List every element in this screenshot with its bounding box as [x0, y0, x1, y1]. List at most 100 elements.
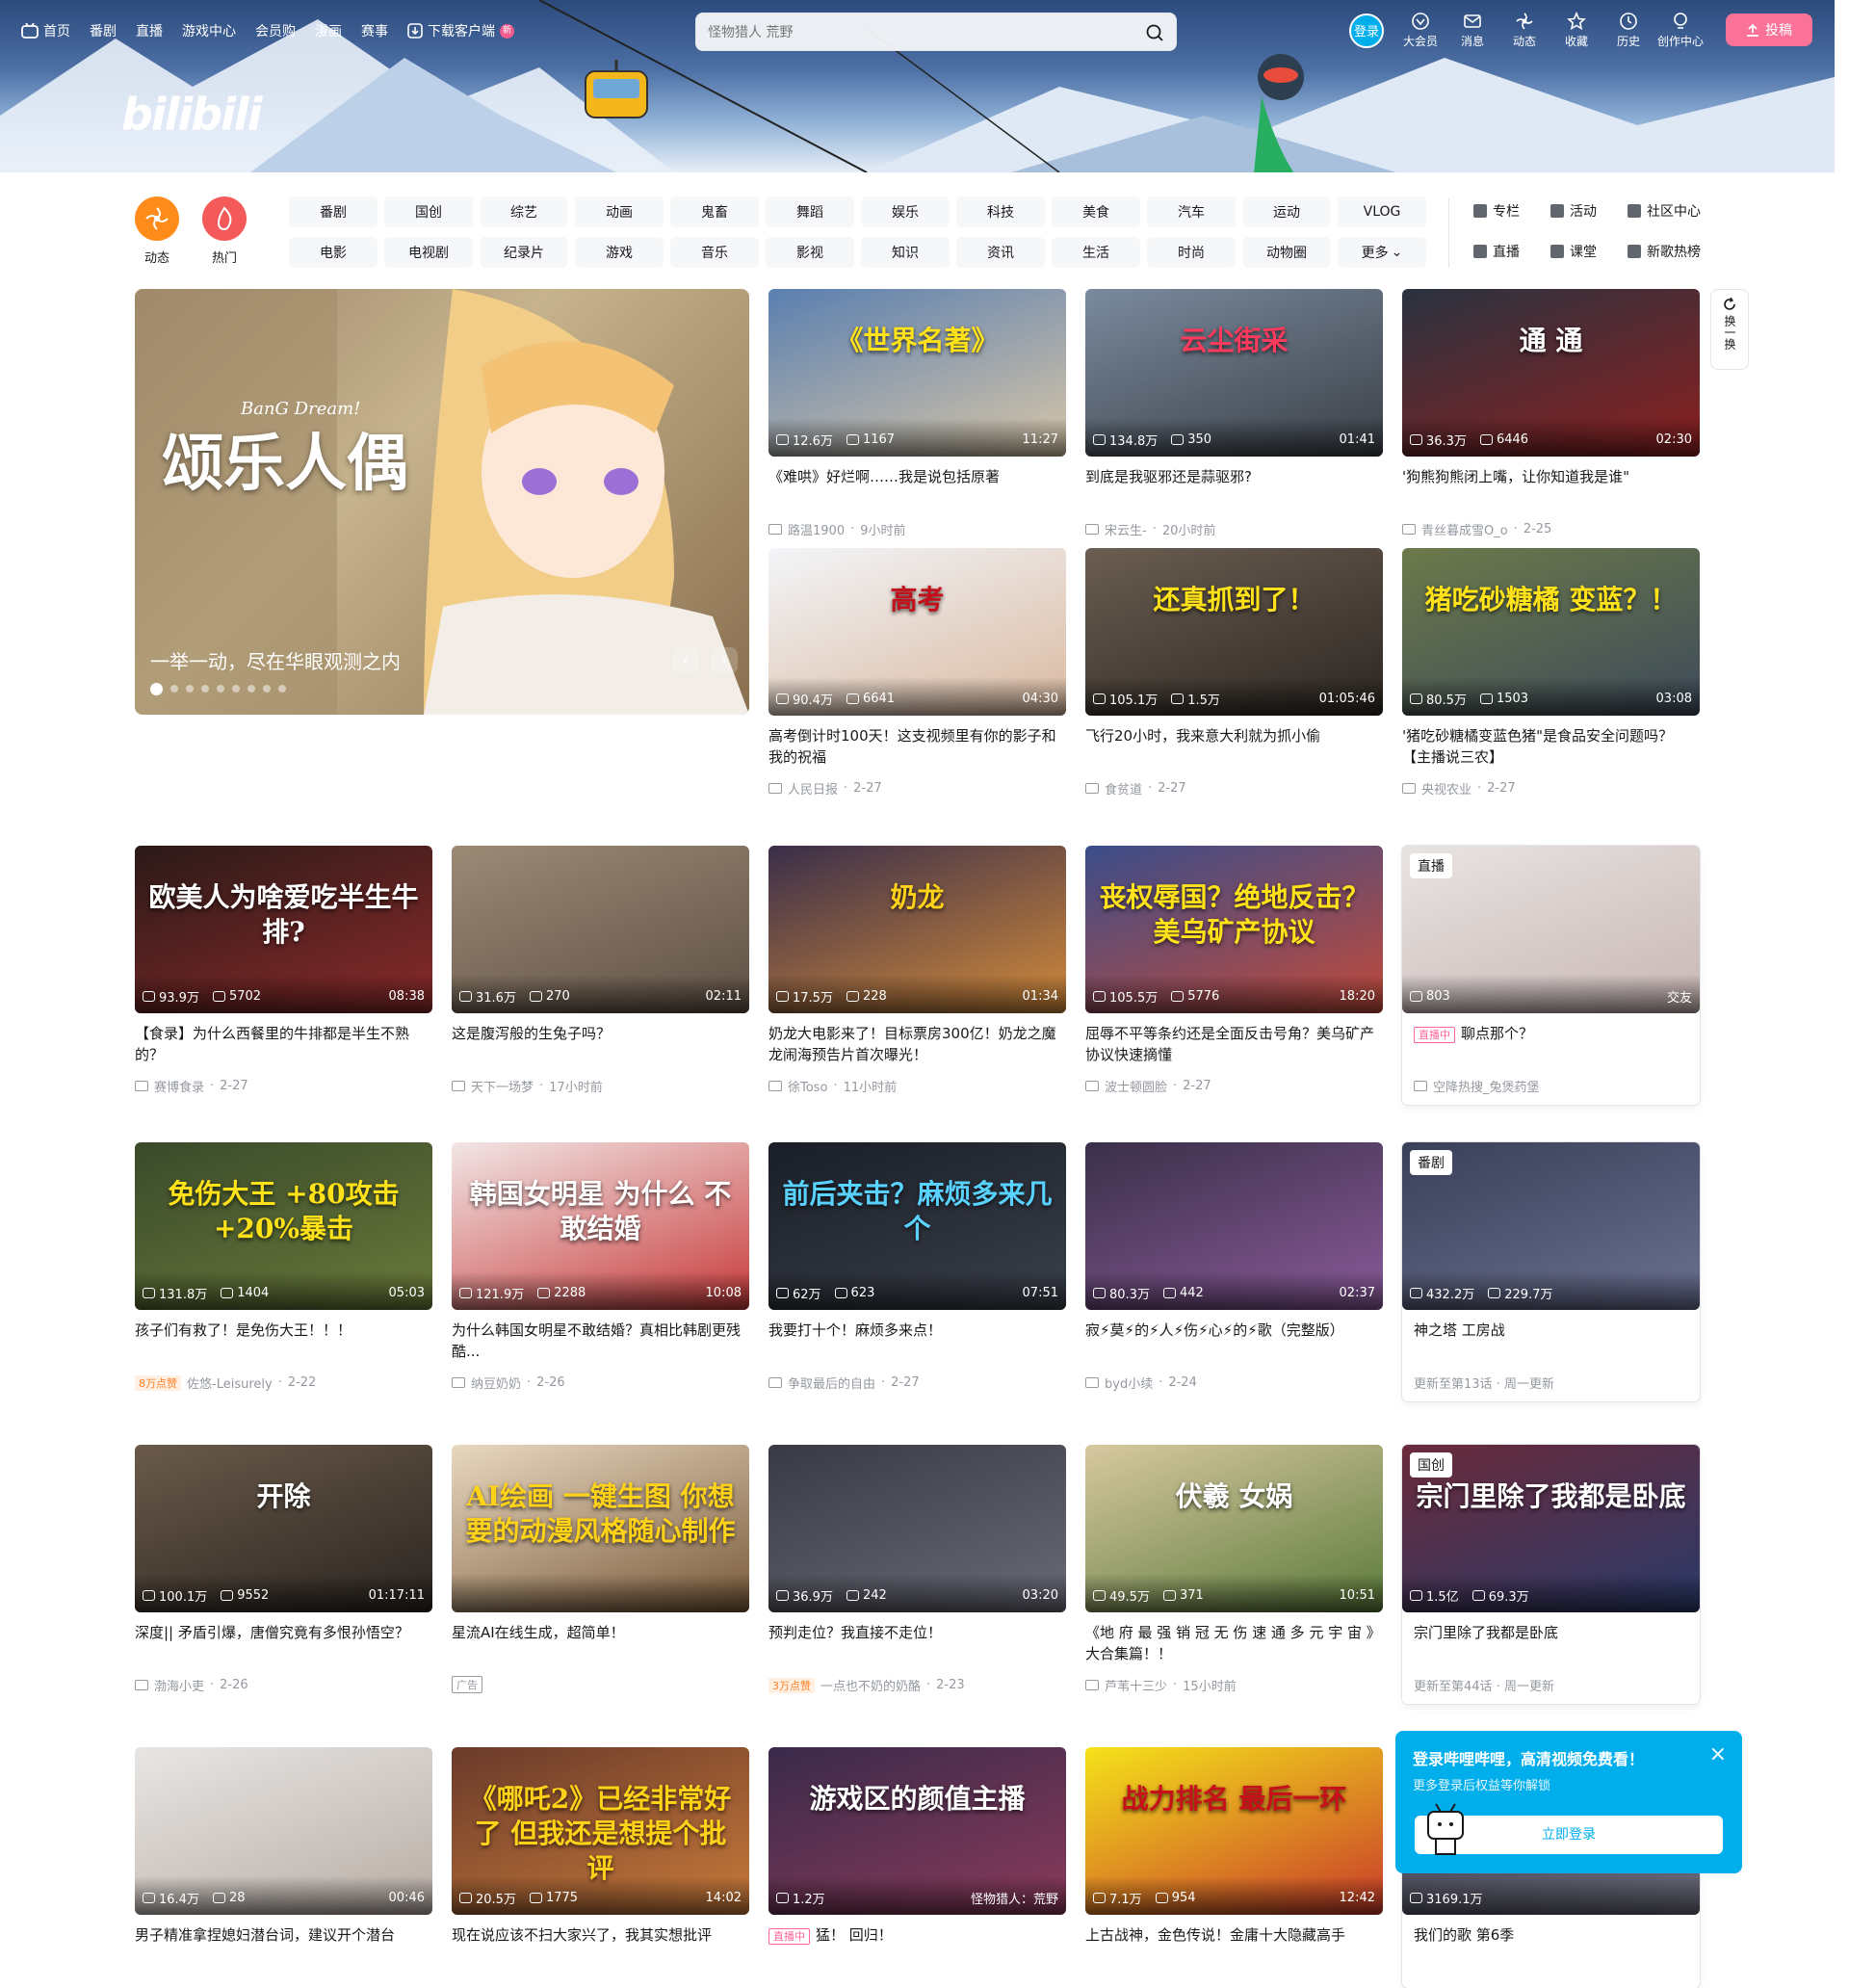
uploader-name[interactable]: 宋云生- — [1105, 520, 1147, 538]
video-title[interactable]: 神之塔 工房战 — [1402, 1320, 1700, 1362]
refresh-button[interactable]: 换一换 — [1710, 289, 1749, 370]
video-title[interactable]: 上古战神，金色传说！金庸十大隐藏高手 — [1085, 1924, 1383, 1967]
nav-message[interactable]: 消息 — [1446, 12, 1498, 49]
channel-13[interactable]: 电视剧 — [384, 237, 473, 268]
uploader-name[interactable]: 波士顿圆脸 — [1105, 1077, 1167, 1095]
nav-history[interactable]: 历史 — [1602, 12, 1654, 49]
uploader-name[interactable]: 渤海小吏 — [154, 1676, 204, 1694]
video-thumbnail[interactable]: 宗门里除了我都是卧底 国创 1.5亿 69.3万 — [1402, 1445, 1700, 1612]
uploader-name[interactable]: 空降热搜_兔煲药堡 — [1433, 1077, 1540, 1095]
upload-button[interactable]: 投稿 — [1726, 13, 1812, 46]
featured-carousel[interactable]: BanG Dream! 颂乐人偶 一举一动，尽在华眼观测之内 ‹ › — [135, 289, 749, 715]
video-card[interactable]: 丧权辱国？绝地反击？ 美乌矿产协议 105.5万 5776 18:20 屈辱不平等条约还… — [1085, 846, 1383, 1095]
video-title[interactable]: 我要打十个！麻烦多来点！ — [768, 1320, 1066, 1362]
uploader-name[interactable]: 徐Toso — [788, 1077, 827, 1095]
video-card[interactable]: 《哪吒2》已经非常好了 但我还是想提个批评 20.5万 1775 14:02 现在说应该… — [452, 1747, 749, 1978]
video-thumbnail[interactable]: 丧权辱国？绝地反击？ 美乌矿产协议 105.5万 5776 18:20 — [1085, 846, 1383, 1013]
carousel-dot[interactable] — [170, 685, 178, 693]
carousel-dot[interactable] — [263, 685, 271, 693]
side-link-5[interactable]: 新歌热榜 — [1628, 241, 1733, 262]
video-thumbnail[interactable]: 开除 100.1万 9552 01:17:11 — [135, 1445, 432, 1612]
video-thumbnail[interactable]: 通 通 36.3万 6446 02:30 — [1402, 289, 1700, 457]
video-thumbnail[interactable]: 36.9万 242 03:20 — [768, 1445, 1066, 1612]
video-title[interactable]: 【食录】为什么西餐里的牛排都是半生不熟的？ — [135, 1023, 432, 1065]
video-card[interactable]: 欧美人为啥爱吃半生牛排? 93.9万 5702 08:38 【食录】为什么西餐里的牛排都… — [135, 846, 432, 1095]
video-thumbnail[interactable]: 云尘街采 134.8万 350 01:41 — [1085, 289, 1383, 457]
video-title[interactable]: 飞行20小时，我来意大利就为抓小偷 — [1085, 725, 1383, 768]
video-card[interactable]: 通 通 36.3万 6446 02:30 '狗熊狗熊闭上嘴，让你知道我是谁" 青丝暮成雪O… — [1402, 289, 1700, 538]
video-card[interactable]: 云尘街采 134.8万 350 01:41 到底是我驱邪还是蒜驱邪? 宋云生- · 20小时前 — [1085, 289, 1383, 538]
video-thumbnail[interactable]: 免伤大王 +80攻击 +20%暴击 131.8万 1404 05:03 — [135, 1142, 432, 1310]
video-card[interactable]: 战力排名 最后一环 7.1万 954 12:42 上古战神，金色传说！金庸十大隐藏高手 — [1085, 1747, 1383, 1978]
search-icon[interactable] — [1145, 23, 1164, 42]
video-card[interactable]: 猪吃砂糖橘 变蓝？！ 80.5万 1503 03:08 '猪吃砂糖橘变蓝色猪"是食品安全… — [1402, 548, 1700, 798]
channel-17[interactable]: 影视 — [766, 237, 854, 268]
video-title[interactable]: '猪吃砂糖橘变蓝色猪"是食品安全问题吗？【主播说三农】 — [1402, 725, 1700, 768]
uploader-name[interactable]: 天下一场梦 — [471, 1077, 534, 1095]
carousel-dot[interactable] — [217, 685, 224, 693]
uploader-name[interactable]: 纳豆奶奶 — [471, 1373, 521, 1392]
uploader-name[interactable]: 更新至第44话 · 周一更新 — [1414, 1676, 1554, 1694]
channel-hot-button[interactable] — [202, 196, 247, 241]
uploader-name[interactable]: 人民日报 — [788, 779, 838, 798]
video-card[interactable]: 《世界名著》 12.6万 1167 11:27 《难哄》好烂啊……我是说包括原著路温19… — [768, 289, 1066, 538]
video-title[interactable]: 这是腹泻般的生兔子吗？ — [452, 1023, 749, 1065]
channel-0[interactable]: 番剧 — [289, 196, 378, 227]
side-link-2[interactable]: 社区中心 — [1628, 200, 1733, 222]
channel-7[interactable]: 科技 — [956, 196, 1045, 227]
video-thumbnail[interactable]: 伏羲 女娲 49.5万 371 10:51 — [1085, 1445, 1383, 1612]
nav-download[interactable]: 下载客户端 新 — [407, 21, 514, 40]
video-thumbnail[interactable]: 《世界名著》 12.6万 1167 11:27 — [768, 289, 1066, 457]
video-title[interactable]: 为什么韩国女明星不敢结婚？真相比韩剧更残酷... — [452, 1320, 749, 1362]
uploader-name[interactable]: 路温1900 — [788, 520, 845, 538]
channel-11[interactable]: VLOG — [1338, 196, 1426, 227]
video-thumbnail[interactable]: 80.3万 442 02:37 — [1085, 1142, 1383, 1310]
video-card[interactable]: 宗门里除了我都是卧底 国创 1.5亿 69.3万 宗门里除了我都是卧底 更新至第44话 ·… — [1402, 1445, 1700, 1704]
video-card[interactable]: 前后夹击？麻烦多来几个 62万 623 07:51 我要打十个！麻烦多来点！ 争取最后的自… — [768, 1142, 1066, 1392]
video-thumbnail[interactable]: 31.6万 270 02:11 — [452, 846, 749, 1013]
video-thumbnail[interactable]: 《哪吒2》已经非常好了 但我还是想提个批评 20.5万 1775 14:02 — [452, 1747, 749, 1915]
video-title[interactable]: 奶龙大电影来了！目标票房300亿！奶龙之魔龙闹海预告片首次曝光！ — [768, 1023, 1066, 1065]
video-title[interactable]: 直播中 猛！ 回归！ — [768, 1924, 1066, 1967]
nav-live[interactable]: 直播 — [136, 21, 163, 40]
video-title[interactable]: 寂⚡莫⚡的⚡人⚡伤⚡心⚡的⚡歌（完整版） — [1085, 1320, 1383, 1362]
channel-12[interactable]: 电影 — [289, 237, 378, 268]
channel-8[interactable]: 美食 — [1052, 196, 1140, 227]
carousel-dot[interactable] — [186, 685, 194, 693]
channel-23[interactable]: 更多 ⌄ — [1338, 237, 1426, 268]
uploader-name[interactable]: 更新至第13话 · 周一更新 — [1414, 1373, 1554, 1392]
side-link-0[interactable]: 专栏 — [1473, 200, 1550, 222]
video-title[interactable]: 《难哄》好烂啊……我是说包括原著 — [768, 466, 1066, 509]
video-thumbnail[interactable]: 游戏区的颜值主播 1.2万 怪物猎人：荒野 — [768, 1747, 1066, 1915]
video-title[interactable]: 屈辱不平等条约还是全面反击号角？美乌矿产协议快速摘懂 — [1085, 1023, 1383, 1065]
video-card[interactable]: 高考 90.4万 6641 04:30 高考倒计时100天！这支视频里有你的影子和我的祝… — [768, 548, 1066, 798]
search-input[interactable] — [708, 21, 1122, 44]
video-thumbnail[interactable]: 韩国女明星 为什么 不敢结婚 121.9万 2288 10:08 — [452, 1142, 749, 1310]
nav-vip[interactable]: 大会员 — [1394, 12, 1446, 49]
video-thumbnail[interactable]: 还真抓到了！ 105.1万 1.5万 01:05:46 — [1085, 548, 1383, 716]
video-card[interactable]: 16.4万 28 00:46 男子精准拿捏媳妇潜台词，建议开个潜台 — [135, 1747, 432, 1978]
nav-dynamic[interactable]: 动态 — [1498, 12, 1550, 49]
video-card[interactable]: 韩国女明星 为什么 不敢结婚 121.9万 2288 10:08 为什么韩国女明星不敢结… — [452, 1142, 749, 1392]
video-thumbnail[interactable]: 欧美人为啥爱吃半生牛排? 93.9万 5702 08:38 — [135, 846, 432, 1013]
channel-14[interactable]: 纪录片 — [480, 237, 568, 268]
video-thumbnail[interactable]: 前后夹击？麻烦多来几个 62万 623 07:51 — [768, 1142, 1066, 1310]
channel-dynamic-button[interactable] — [135, 196, 179, 241]
video-card[interactable]: 31.6万 270 02:11 这是腹泻般的生兔子吗？ 天下一场梦 · 17小时前 — [452, 846, 749, 1095]
video-card[interactable]: 游戏区的颜值主播 1.2万 怪物猎人：荒野直播中 猛！ 回归！ — [768, 1747, 1066, 1978]
nav-mall[interactable]: 会员购 — [255, 21, 296, 40]
video-thumbnail[interactable]: 高考 90.4万 6641 04:30 — [768, 548, 1066, 716]
video-card[interactable]: 直播 803 交友 直播中 聊点那个？ 空降热搜_兔煲药堡 — [1402, 846, 1700, 1105]
side-link-4[interactable]: 课堂 — [1550, 241, 1628, 262]
video-card[interactable]: 80.3万 442 02:37 寂⚡莫⚡的⚡人⚡伤⚡心⚡的⚡歌（完整版） byd小续 · 2… — [1085, 1142, 1383, 1392]
uploader-name[interactable]: 食贫道 — [1105, 779, 1142, 798]
uploader-name[interactable]: 争取最后的自由 — [788, 1373, 875, 1392]
video-card[interactable]: 番剧 432.2万 229.7万 神之塔 工房战 更新至第13话 · 周一更新 — [1402, 1142, 1700, 1401]
channel-22[interactable]: 动物圈 — [1242, 237, 1331, 268]
video-thumbnail[interactable]: AI绘画 一键生图 你想要的动漫风格随心制作 — [452, 1445, 749, 1612]
side-link-1[interactable]: 活动 — [1550, 200, 1628, 222]
channel-18[interactable]: 知识 — [861, 237, 950, 268]
uploader-name[interactable]: byd小续 — [1105, 1373, 1153, 1392]
video-title[interactable]: 现在说应该不扫大家兴了，我其实想批评 — [452, 1924, 749, 1967]
carousel-dot[interactable] — [201, 685, 209, 693]
